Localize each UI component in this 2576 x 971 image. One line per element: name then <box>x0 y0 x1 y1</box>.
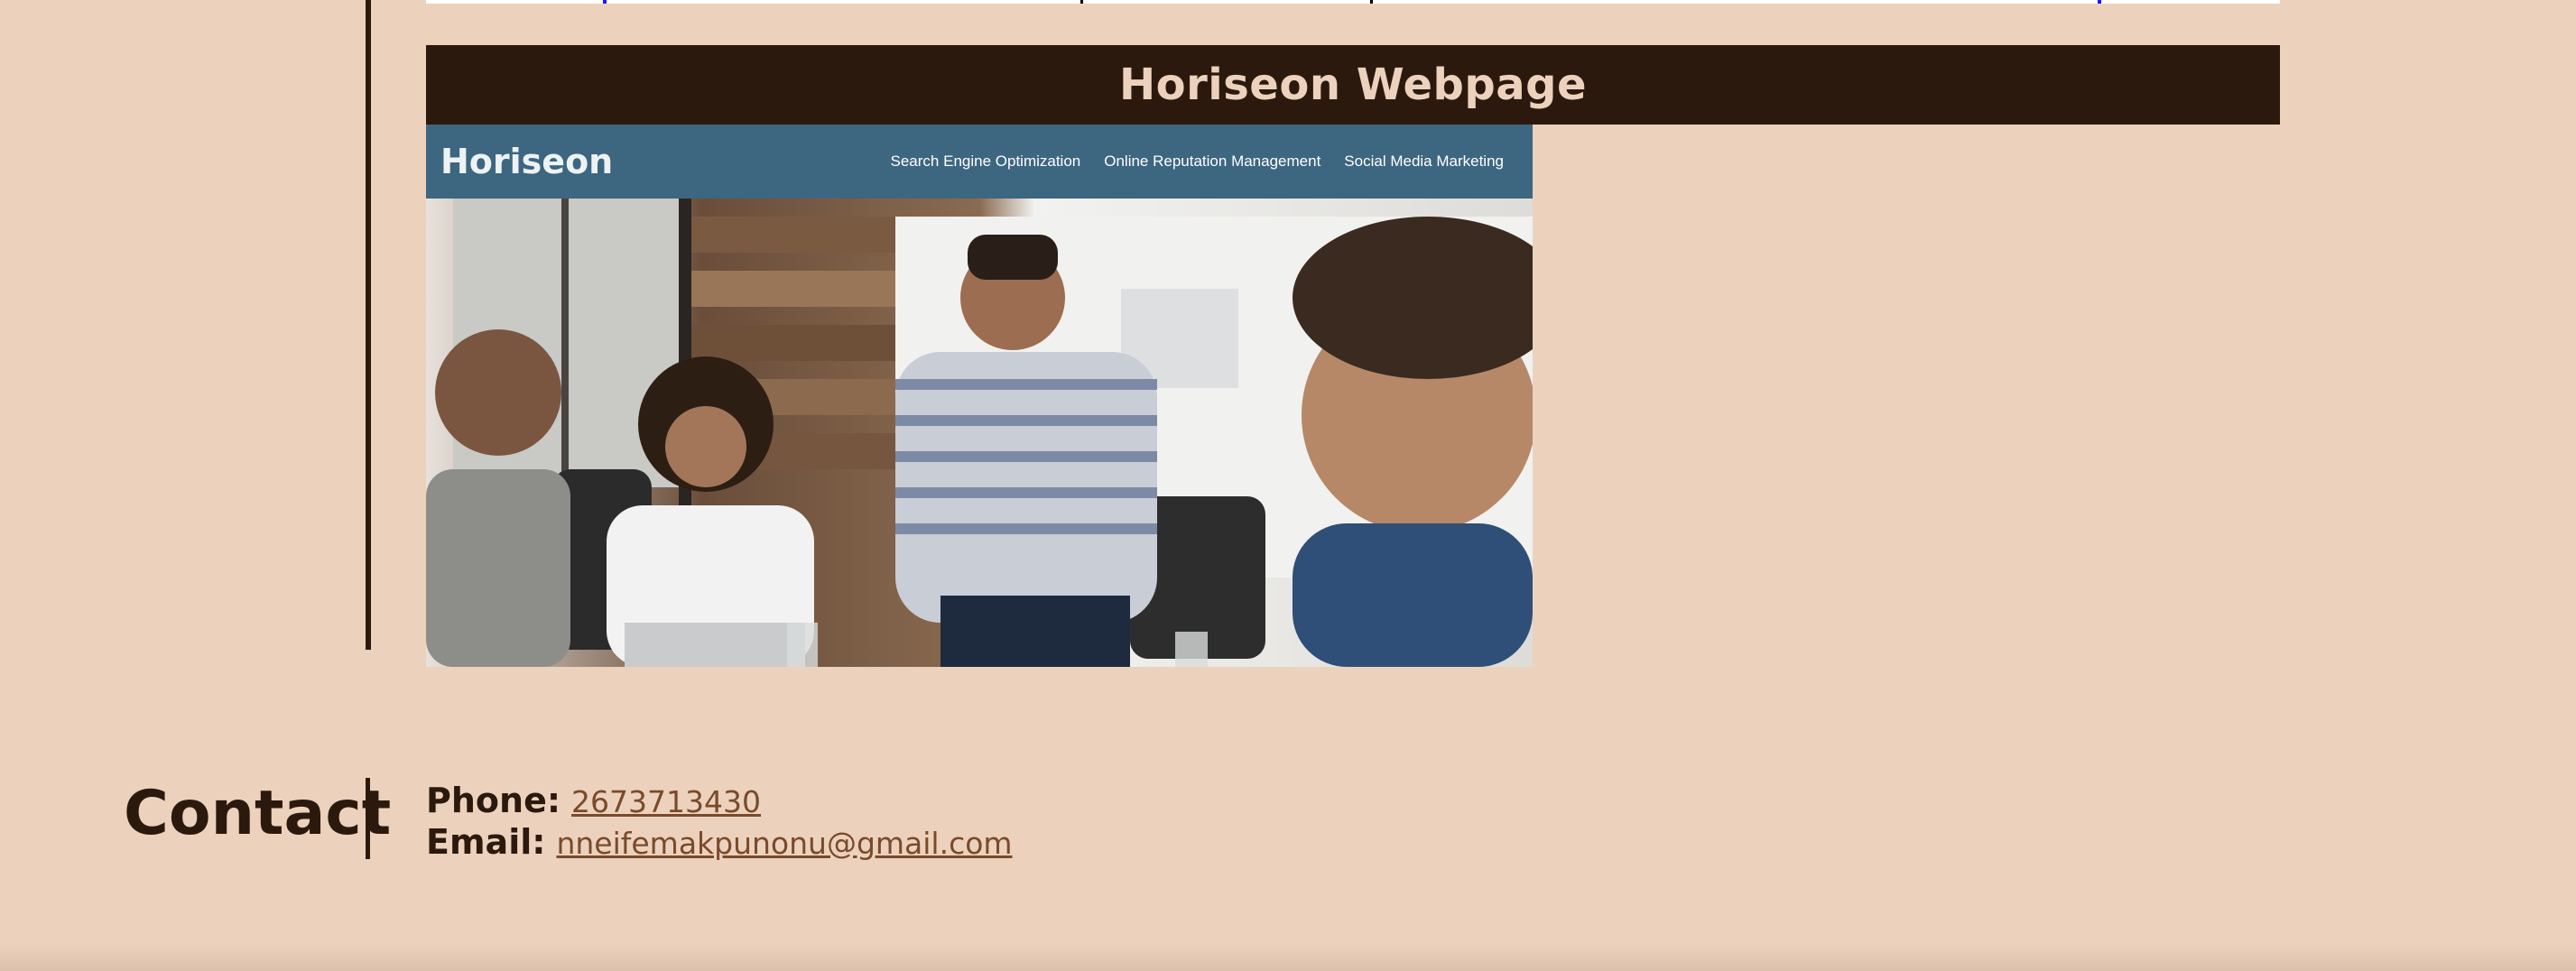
link-marker <box>603 0 607 4</box>
project-title: Horiseon Webpage <box>1118 60 1588 110</box>
email-link[interactable]: nneifemakpunonu@gmail.com <box>556 826 1012 861</box>
divider-marker <box>1370 0 1373 4</box>
screenshot-logo: Horiseon <box>440 142 614 181</box>
project-title-bar: Horiseon Webpage <box>426 45 2280 125</box>
contact-divider <box>366 778 370 859</box>
bottom-shadow <box>0 944 2576 971</box>
screenshot-nav: Search Engine Optimization Online Reputa… <box>891 153 1504 171</box>
email-label: Email: <box>426 822 546 862</box>
phone-row: Phone: 2673713430 <box>426 780 1013 821</box>
phone-link[interactable]: 2673713430 <box>571 784 761 819</box>
contact-details: Phone: 2673713430 Email: nneifemakpunonu@g… <box>426 780 1013 863</box>
section-left-rule <box>366 0 371 650</box>
link-marker <box>2098 0 2101 4</box>
phone-label: Phone: <box>426 781 561 820</box>
screenshot-nav-item: Online Reputation Management <box>1104 153 1321 170</box>
team-meeting-photo <box>426 199 1533 667</box>
contact-heading: Contact <box>124 778 392 849</box>
screenshot-nav-item: Search Engine Optimization <box>890 153 1081 170</box>
project-screenshot[interactable]: Horiseon Search Engine Optimization Onli… <box>426 125 1533 667</box>
previous-section-edge <box>426 0 2280 4</box>
screenshot-nav-item: Social Media Marketing <box>1344 153 1504 170</box>
screenshot-header: Horiseon Search Engine Optimization Onli… <box>426 125 1533 199</box>
email-row: Email: nneifemakpunonu@gmail.com <box>426 821 1013 863</box>
divider-marker <box>1080 0 1083 4</box>
